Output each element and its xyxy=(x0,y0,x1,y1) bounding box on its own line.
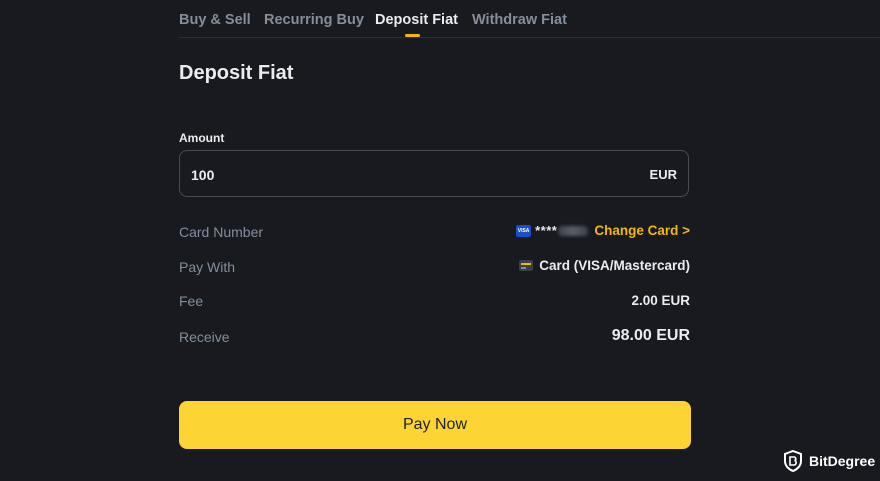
deposit-fiat-page: Buy & Sell Recurring Buy Deposit Fiat Wi… xyxy=(0,0,880,481)
visa-card-icon: VISA xyxy=(516,224,532,237)
amount-currency: EUR xyxy=(649,167,677,182)
fee-amount: 2.00 EUR xyxy=(631,293,690,308)
amount-label: Amount xyxy=(179,131,225,145)
tab-recurring-buy[interactable]: Recurring Buy xyxy=(264,12,364,28)
receive-value: 98.00 EUR xyxy=(612,327,690,345)
top-tabs: Buy & Sell Recurring Buy Deposit Fiat Wi… xyxy=(179,0,880,38)
amount-input[interactable]: 100 EUR xyxy=(179,150,689,197)
receive-amount: 98.00 EUR xyxy=(611,327,690,344)
bitdegree-wordmark: BitDegree xyxy=(809,453,876,469)
card-number-label: Card Number xyxy=(179,224,264,240)
receive-label: Receive xyxy=(179,329,230,345)
pay-with-label: Pay With xyxy=(179,259,236,275)
card-number-value: VISA **** Change Card > xyxy=(516,223,690,238)
page-title: Deposit Fiat xyxy=(179,62,294,84)
fee-label: Fee xyxy=(179,293,204,309)
bitdegree-watermark: BitDegree xyxy=(783,450,875,472)
bitdegree-shield-icon xyxy=(784,450,802,472)
credit-card-icon xyxy=(519,260,534,271)
change-card-link[interactable]: Change Card > xyxy=(594,223,690,238)
tab-buy-sell[interactable]: Buy & Sell xyxy=(179,12,251,28)
masked-card-number: **** xyxy=(535,223,558,238)
amount-value[interactable]: 100 xyxy=(191,167,214,183)
blurred-card-digits xyxy=(558,225,589,236)
active-tab-indicator xyxy=(405,34,420,37)
tab-withdraw-fiat[interactable]: Withdraw Fiat xyxy=(472,12,567,28)
tab-deposit-fiat[interactable]: Deposit Fiat xyxy=(375,12,458,28)
pay-now-button[interactable]: Pay Now xyxy=(179,401,691,449)
pay-with-method: Card (VISA/Mastercard) xyxy=(539,258,690,273)
pay-with-value: Card (VISA/Mastercard) xyxy=(519,258,690,273)
fee-value: 2.00 EUR xyxy=(631,293,690,308)
